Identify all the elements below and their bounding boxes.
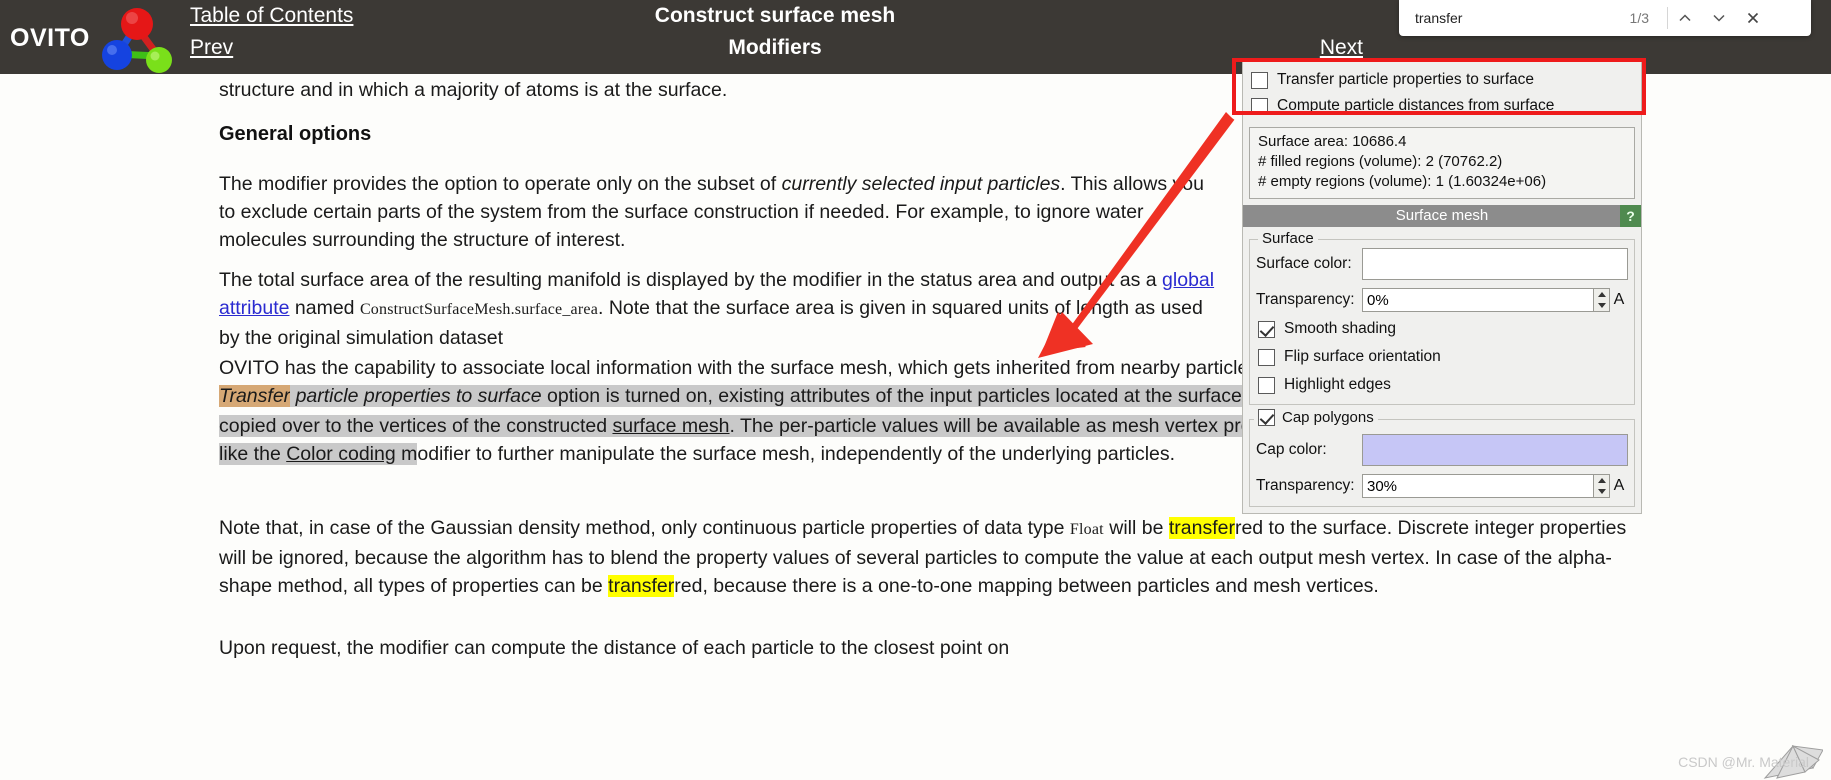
cap-transparency-row: Transparency: A [1256,472,1628,500]
cap-transparency-label: Transparency: [1256,477,1355,494]
surface-color-label: Surface color: [1256,255,1352,272]
status-filled-regions: # filled regions (volume): 2 (70762.2) [1258,153,1503,170]
checkbox-label: Flip surface orientation [1284,348,1441,365]
csdn-watermark: CSDN @Mr. Material [1678,754,1809,770]
surface-transparency-label: Transparency: [1256,291,1355,308]
find-close-button[interactable] [1736,1,1770,35]
text-run: odifier to further manipulate the surfac… [417,443,1176,465]
find-highlight: transfer [608,575,675,597]
surface-group: Surface Surface color: Transparency: A S… [1249,230,1635,405]
spinner-up-icon[interactable] [1594,475,1609,486]
status-empty-regions: # empty regions (volume): 1 (1.60324e+06… [1258,173,1547,190]
heading-general-options: General options [219,123,372,145]
checkbox-box-icon[interactable] [1258,376,1275,394]
ovito-logo[interactable]: OVITO [6,2,172,73]
checkbox-flip-surface-orientation[interactable]: Flip surface orientation [1258,344,1628,370]
paragraph-structure: structure and in which a majority of ato… [219,79,728,101]
checkbox-box-icon[interactable] [1251,71,1268,89]
selected-text-run: particle properties to surface [290,385,542,407]
checkbox-label: Compute particle distances from surface [1277,97,1555,114]
text-run: will be [1103,517,1169,539]
chevron-down-icon [1713,14,1725,22]
animate-cap-transparency-button[interactable]: A [1610,477,1628,495]
help-button[interactable]: ? [1620,205,1641,227]
paragraph-modifier-options: The modifier provides the option to oper… [219,170,1219,254]
checkbox-transfer-particle-properties[interactable]: Transfer particle properties to surface [1251,67,1633,93]
find-match-highlight: Transfer [219,385,291,407]
checkbox-box-icon[interactable] [1251,97,1268,115]
checkbox-compute-particle-distances[interactable]: Compute particle distances from surface [1251,93,1633,119]
selected-text-run: m [395,443,418,465]
text-run: red, because there is a one-to-one mappi… [674,575,1379,597]
cap-polygons-title-row[interactable]: Cap polygons [1254,409,1378,426]
checkbox-label: Highlight edges [1284,376,1391,393]
status-area: Surface area: 10686.4 # filled regions (… [1249,127,1635,199]
text-run: named [289,297,360,319]
checkbox-box-icon[interactable] [1258,320,1275,338]
logo-text: OVITO [10,24,90,52]
checkbox-highlight-edges[interactable]: Highlight edges [1258,372,1628,398]
surface-transparency-spinner[interactable] [1594,288,1610,312]
find-previous-button[interactable] [1668,1,1702,35]
page-root: OVITO Table of Contents Prev Construct s… [0,0,1831,780]
find-match-count: 1/3 [1629,10,1649,26]
checkbox-label: Smooth shading [1284,320,1397,337]
cap-transparency-input[interactable] [1362,474,1594,498]
checkbox-box-icon[interactable] [1258,409,1275,426]
next-link[interactable]: Next [1320,36,1363,60]
panel-checkbox-group: Transfer particle properties to surface … [1243,61,1641,123]
paragraph-surface-area: The total surface area of the resulting … [219,266,1219,352]
animate-surface-transparency-button[interactable]: A [1610,291,1628,309]
cap-color-swatch[interactable] [1362,434,1628,466]
surface-color-swatch[interactable] [1362,248,1628,280]
text-run: Note that, in case of the Gaussian densi… [219,517,1070,539]
paragraph-gaussian: Note that, in case of the Gaussian densi… [219,514,1633,600]
code-run: Float [1069,521,1104,538]
checkbox-label: Transfer particle properties to surface [1277,71,1535,88]
find-next-button[interactable] [1702,1,1736,35]
status-surface-area: Surface area: 10686.4 [1258,133,1407,150]
chevron-up-icon [1679,14,1691,22]
page-subtitle: Modifiers [728,36,822,59]
close-icon [1747,12,1759,24]
cap-color-row: Cap color: [1256,432,1628,468]
ovito-properties-panel: Transfer particle properties to surface … [1242,60,1642,514]
paragraph-upon-request: Upon request, the modifier can compute t… [219,637,1010,659]
text-run: The total surface area of the resulting … [219,269,1163,291]
surface-transparency-row: Transparency: A [1256,286,1628,314]
header-nav: Table of Contents Prev Construct surface… [160,0,1390,74]
spinner-up-icon[interactable] [1594,289,1609,300]
cap-color-label: Cap color: [1256,441,1327,458]
surface-color-row: Surface color: [1256,246,1628,282]
cap-polygons-label: Cap polygons [1282,409,1374,426]
spinner-down-icon[interactable] [1594,300,1609,311]
find-highlight: transfer [1168,517,1235,539]
code-run: ConstructSurfaceMesh.surface_area [359,301,598,318]
color-coding-link[interactable]: Color coding [286,443,396,465]
text-run: The modifier provides the option to oper… [219,173,782,195]
emphasis-run: currently selected input particles [781,173,1061,195]
find-in-page-bar: 1/3 [1399,0,1811,36]
cap-polygons-group: Cap polygons Cap color: Transparency: A [1249,409,1635,507]
surface-group-title: Surface [1258,230,1318,247]
spinner-down-icon[interactable] [1594,486,1609,497]
page-title: Construct surface mesh [654,4,896,27]
checkbox-smooth-shading[interactable]: Smooth shading [1258,316,1628,342]
section-header-surface-mesh[interactable]: Surface mesh ? [1243,205,1641,227]
find-input[interactable] [1413,9,1603,27]
surface-mesh-link[interactable]: surface mesh [612,415,730,437]
cap-transparency-spinner[interactable] [1594,474,1610,498]
surface-transparency-input[interactable] [1362,288,1594,312]
section-title: Surface mesh [1395,207,1489,224]
checkbox-box-icon[interactable] [1258,348,1275,366]
